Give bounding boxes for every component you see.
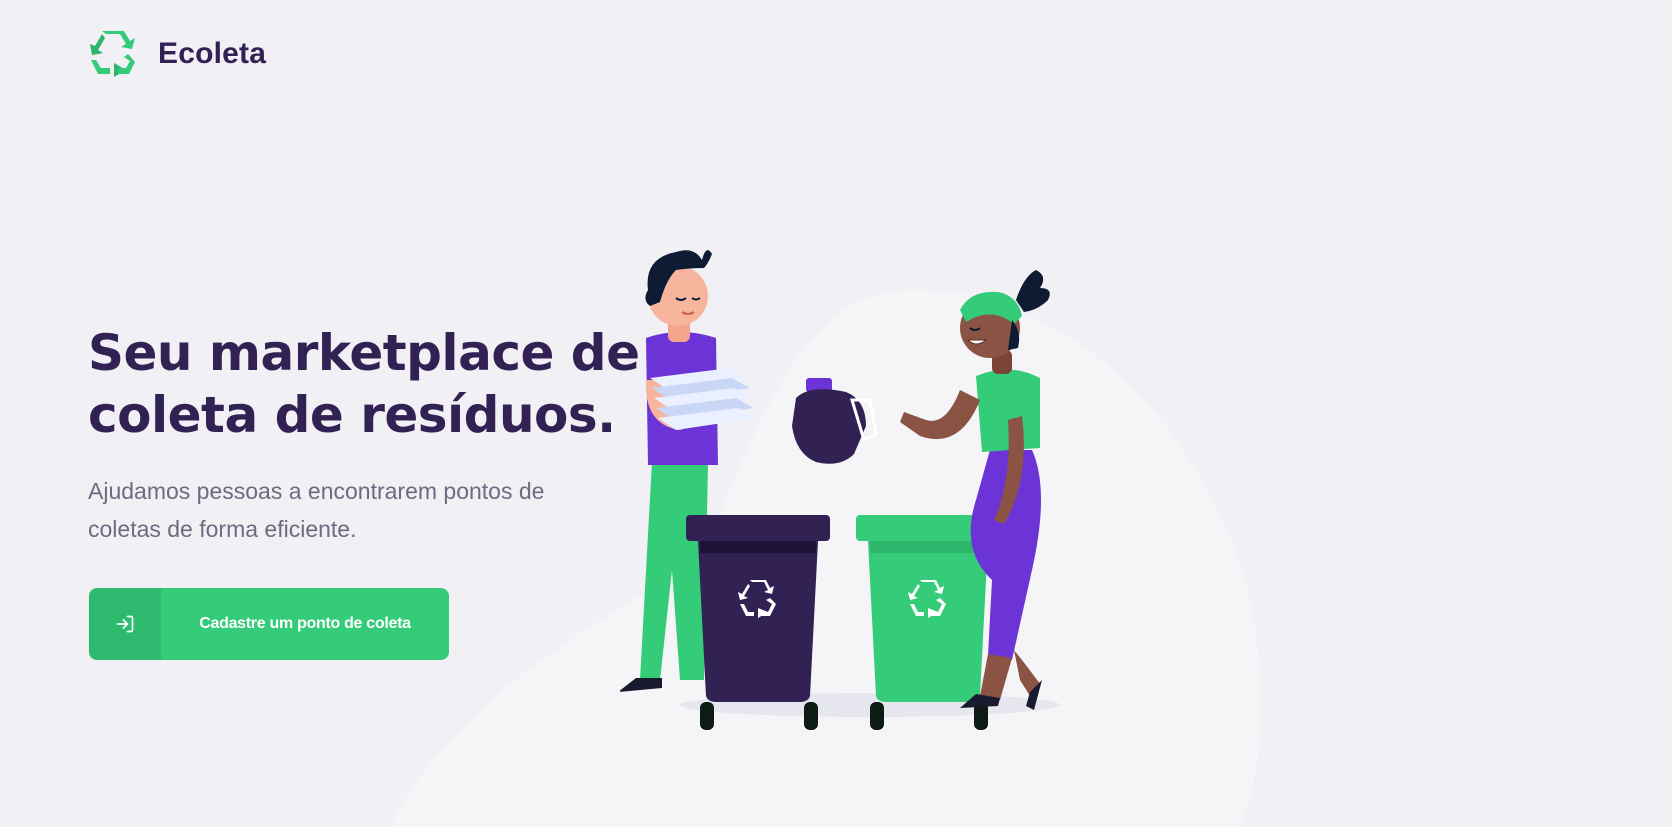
- log-in-icon: [116, 615, 134, 633]
- hero-description: Ajudamos pessoas a encontrarem pontos de…: [88, 478, 545, 542]
- cta-label: Cadastre um ponto de coleta: [199, 615, 411, 632]
- hero-title-line-1: Seu marketplace de: [88, 324, 640, 382]
- app-name: Ecoleta: [158, 37, 267, 70]
- hero-section: Seu marketplace de coleta de resíduos. A…: [88, 322, 648, 548]
- cta-icon-container: [89, 588, 161, 660]
- landing-page: Ecoleta Seu marketplace de coleta de res…: [0, 0, 1672, 827]
- hero-title-line-2: coleta de resíduos.: [88, 386, 616, 444]
- header: Ecoleta: [88, 30, 266, 78]
- register-collection-point-button[interactable]: Cadastre um ponto de coleta: [89, 588, 449, 660]
- hero-title: Seu marketplace de coleta de resíduos.: [88, 322, 648, 446]
- recycling-people-illustration: [620, 250, 1060, 730]
- recycle-logo-icon[interactable]: [88, 30, 138, 78]
